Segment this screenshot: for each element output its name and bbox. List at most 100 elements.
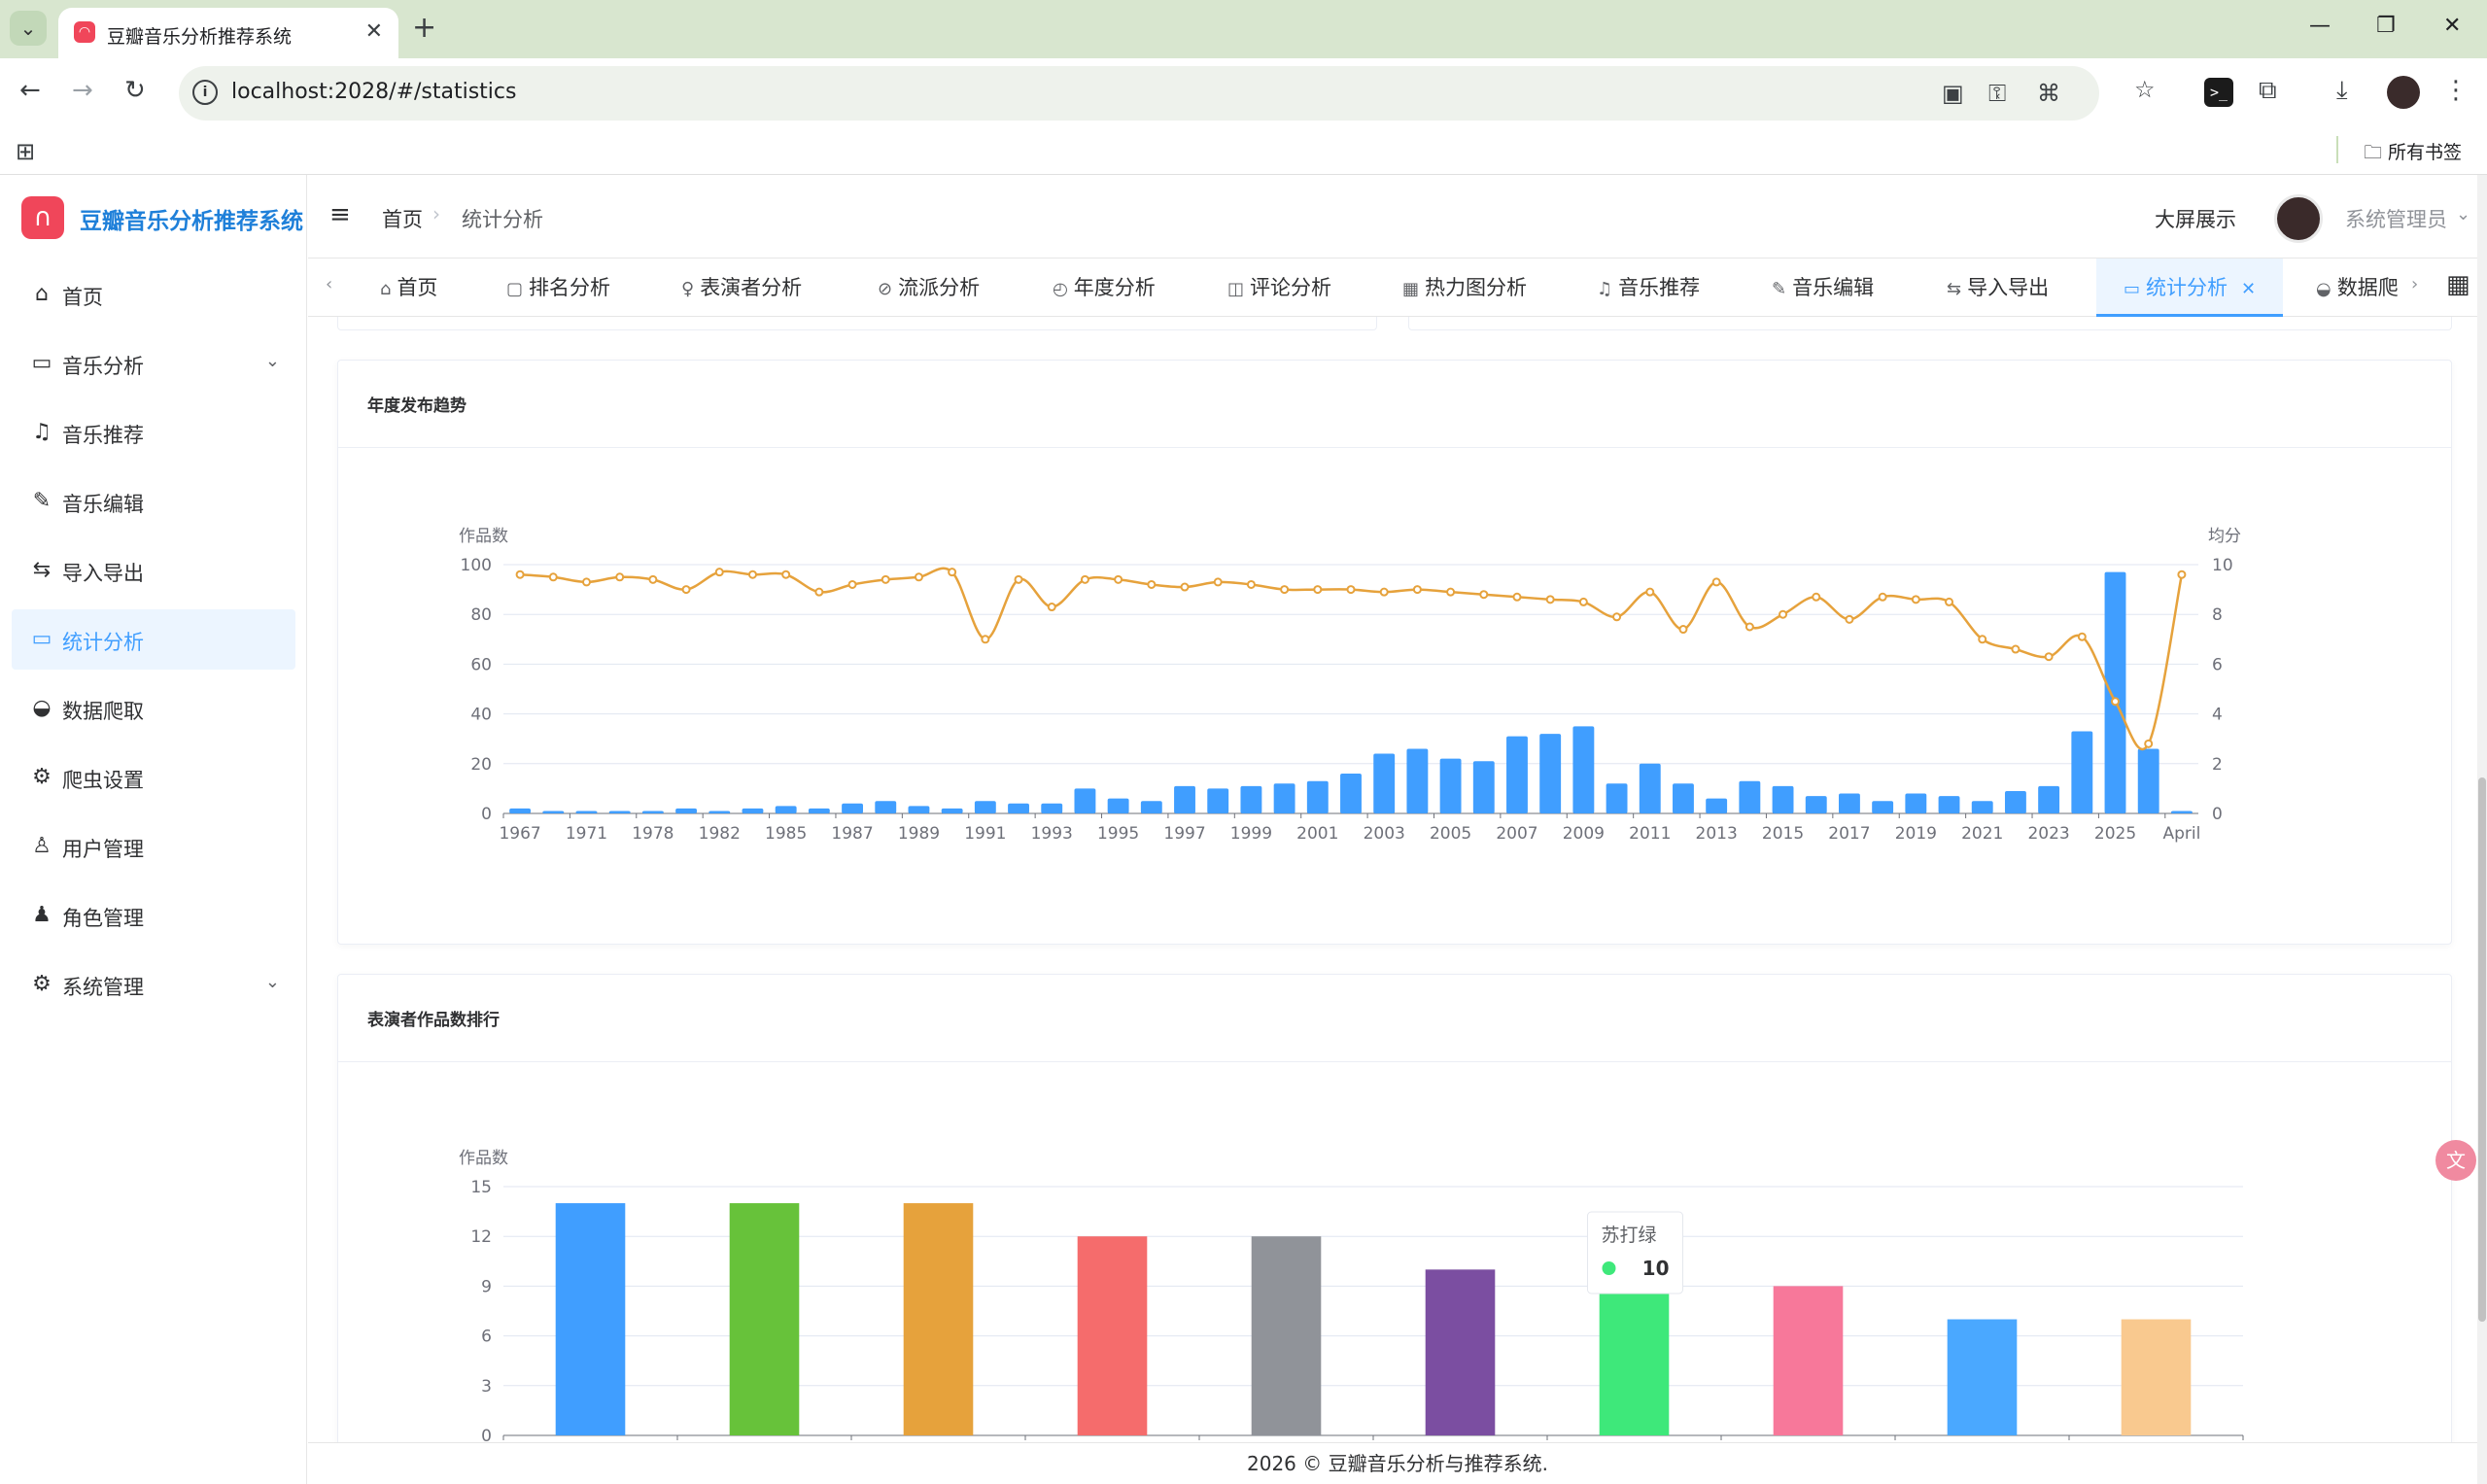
url-text[interactable]: localhost:2028/#/statistics bbox=[231, 80, 516, 104]
bar bbox=[1606, 783, 1628, 813]
trend-chart[interactable]: 0 20 40 60 80 100 0 2 4 6 8 10 作品数 均分 1967 1971 1978 1982… bbox=[338, 448, 2453, 944]
tab-search-button[interactable]: ⌄ bbox=[10, 11, 47, 46]
tab-label: 首页 bbox=[397, 276, 438, 299]
footer: 2026 © 豆瓣音乐分析与推荐系统. bbox=[308, 1442, 2487, 1484]
line-point bbox=[981, 635, 990, 644]
x-tick-label: 1982 bbox=[699, 824, 741, 844]
tags-menu-icon[interactable]: ▦ bbox=[2446, 270, 2470, 299]
terminal-extension-icon[interactable]: >_ bbox=[2204, 78, 2233, 107]
tab-5[interactable]: ◫ 评论分析 bbox=[1227, 259, 1331, 317]
x-tick-label: 2021 bbox=[1961, 824, 2003, 844]
big-screen-link[interactable]: 大屏展示 bbox=[2155, 204, 2236, 233]
collapse-menu-icon[interactable]: ≡ bbox=[329, 200, 351, 229]
user-avatar[interactable] bbox=[2274, 194, 2323, 243]
line-point bbox=[881, 574, 890, 584]
sidebar-item[interactable]: ⇆ 导入导出 bbox=[12, 540, 295, 601]
tab-7[interactable]: ♫ 音乐推荐 bbox=[1597, 259, 1700, 317]
line-point bbox=[1346, 585, 1356, 595]
tab-8[interactable]: ✎ 音乐编辑 bbox=[1772, 259, 1874, 317]
sidebar-item[interactable]: ♟ 角色管理 bbox=[12, 885, 295, 946]
bar bbox=[1639, 763, 1661, 813]
line-point bbox=[2044, 652, 2054, 662]
bar bbox=[1572, 726, 1595, 813]
forward-icon[interactable]: → bbox=[72, 76, 93, 105]
tab-2[interactable]: ♀ 表演者分析 bbox=[681, 259, 802, 317]
restore-icon[interactable]: ❐ bbox=[2376, 14, 2396, 38]
line-point bbox=[548, 572, 558, 582]
tab-10[interactable]: ▭ 统计分析 ✕ bbox=[2096, 259, 2284, 317]
tab-6[interactable]: ▦ 热力图分析 bbox=[1402, 259, 1527, 317]
sidebar-item[interactable]: ✎ 音乐编辑 bbox=[12, 471, 295, 532]
extensions-icon[interactable]: ⧉ bbox=[2259, 76, 2277, 106]
close-tab-icon[interactable]: ✕ bbox=[2241, 279, 2256, 299]
tab-0[interactable]: ⌂ 首页 bbox=[380, 259, 437, 317]
sidebar-item[interactable]: ⚙ 爬虫设置 bbox=[12, 747, 295, 808]
y-tick-label: 40 bbox=[470, 706, 492, 725]
trend-card-title: 年度发布趋势 bbox=[367, 397, 466, 416]
x-tick-label: 2011 bbox=[1629, 824, 1671, 844]
tab-1[interactable]: ▢ 排名分析 bbox=[506, 259, 610, 317]
close-window-icon[interactable]: ✕ bbox=[2443, 14, 2461, 38]
translate-page-icon[interactable]: ⌘ bbox=[2037, 80, 2060, 107]
sidebar-item[interactable]: ▭ 音乐分析 ⌄ bbox=[12, 333, 295, 394]
trend-card: 年度发布趋势 0 20 40 60 80 100 0 2 4 6 8 10 作品数 均分 1967 1971 1… bbox=[337, 360, 2452, 945]
y2-tick-label: 2 bbox=[2212, 755, 2223, 775]
sidebar-item[interactable]: ♙ 用户管理 bbox=[12, 816, 295, 877]
line-point bbox=[1678, 625, 1688, 635]
sidebar-item[interactable]: ⚙ 系统管理 ⌄ bbox=[12, 954, 295, 1015]
x-tick-label: 2001 bbox=[1296, 824, 1338, 844]
address-bar[interactable]: i localhost:2028/#/statistics ⌘ ⚿ ▣ bbox=[179, 66, 2099, 121]
line-point bbox=[1945, 597, 1954, 606]
reload-icon[interactable]: ↻ bbox=[124, 76, 146, 105]
tab-11[interactable]: ◒ 数据爬 bbox=[2316, 259, 2399, 317]
new-tab-button[interactable]: + bbox=[412, 12, 436, 45]
bar bbox=[1938, 796, 1960, 813]
scroll-right-icon[interactable]: › bbox=[2411, 274, 2418, 294]
scroll-left-icon[interactable]: ‹ bbox=[326, 274, 332, 294]
bulb-icon: ♀ bbox=[681, 279, 695, 299]
site-info-icon[interactable]: i bbox=[192, 80, 218, 105]
line-point bbox=[1812, 592, 1821, 602]
page-scrollbar[interactable] bbox=[2477, 175, 2487, 1484]
minimize-icon[interactable]: — bbox=[2309, 14, 2331, 38]
sidebar-item[interactable]: ▭ 统计分析 bbox=[12, 609, 295, 670]
sidebar-item-label: 用户管理 bbox=[62, 838, 144, 861]
chevron-down-icon[interactable]: ⌄ bbox=[2456, 204, 2470, 224]
tab-3[interactable]: ⊘ 流派分析 bbox=[878, 259, 980, 317]
google-translate-icon[interactable]: ▣ bbox=[1942, 80, 1964, 107]
folder-icon: ▢ bbox=[506, 279, 524, 299]
download-icon[interactable]: ⤓ bbox=[2336, 76, 2348, 106]
profile-avatar[interactable] bbox=[2387, 76, 2420, 109]
sidebar-item-label: 数据爬取 bbox=[62, 700, 144, 723]
bar bbox=[1539, 734, 1562, 813]
close-tab-icon[interactable]: ✕ bbox=[365, 19, 383, 44]
sidebar-item[interactable]: ◒ 数据爬取 bbox=[12, 678, 295, 739]
sidebar-item[interactable]: ⌂ 首页 bbox=[12, 264, 295, 325]
password-key-icon[interactable]: ⚿ bbox=[1988, 80, 2006, 107]
folder-icon: 🗀 bbox=[2364, 142, 2389, 163]
tab-4[interactable]: ◴ 年度分析 bbox=[1053, 259, 1156, 317]
breadcrumb-home[interactable]: 首页 bbox=[382, 204, 423, 233]
bar bbox=[2004, 790, 2026, 813]
back-icon[interactable]: ← bbox=[19, 76, 41, 105]
scrollbar-thumb[interactable] bbox=[2478, 777, 2486, 1322]
user-name[interactable]: 系统管理员 bbox=[2345, 204, 2447, 233]
bar bbox=[842, 803, 864, 813]
sidebar-item-label: 首页 bbox=[62, 286, 103, 309]
tab-9[interactable]: ⇆ 导入导出 bbox=[1947, 259, 2049, 317]
more-menu-icon[interactable]: ⋮ bbox=[2443, 76, 2469, 105]
browser-tab[interactable]: ◠ 豆瓣音乐分析推荐系统 ✕ bbox=[58, 8, 398, 58]
floating-translate-icon[interactable]: 文 bbox=[2435, 1140, 2476, 1181]
sidebar-item[interactable]: ♫ 音乐推荐 bbox=[12, 402, 295, 463]
all-bookmarks-button[interactable]: 🗀 所有书签 bbox=[2364, 138, 2462, 170]
chart-board-icon: ▭ bbox=[31, 351, 52, 375]
chevron-down-icon[interactable]: ⌄ bbox=[265, 351, 280, 371]
chevron-down-icon[interactable]: ⌄ bbox=[265, 972, 280, 992]
apps-grid-icon[interactable]: ⊞ bbox=[16, 138, 35, 165]
artist-chart[interactable]: 03691215作品数苏打绿10 bbox=[338, 1062, 2453, 1484]
role-icon: ♟ bbox=[32, 903, 52, 927]
bar bbox=[1772, 785, 1794, 813]
bookmark-star-icon[interactable]: ☆ bbox=[2134, 76, 2156, 103]
x-tick-label: April bbox=[2162, 824, 2200, 844]
line-point bbox=[1878, 592, 1887, 602]
